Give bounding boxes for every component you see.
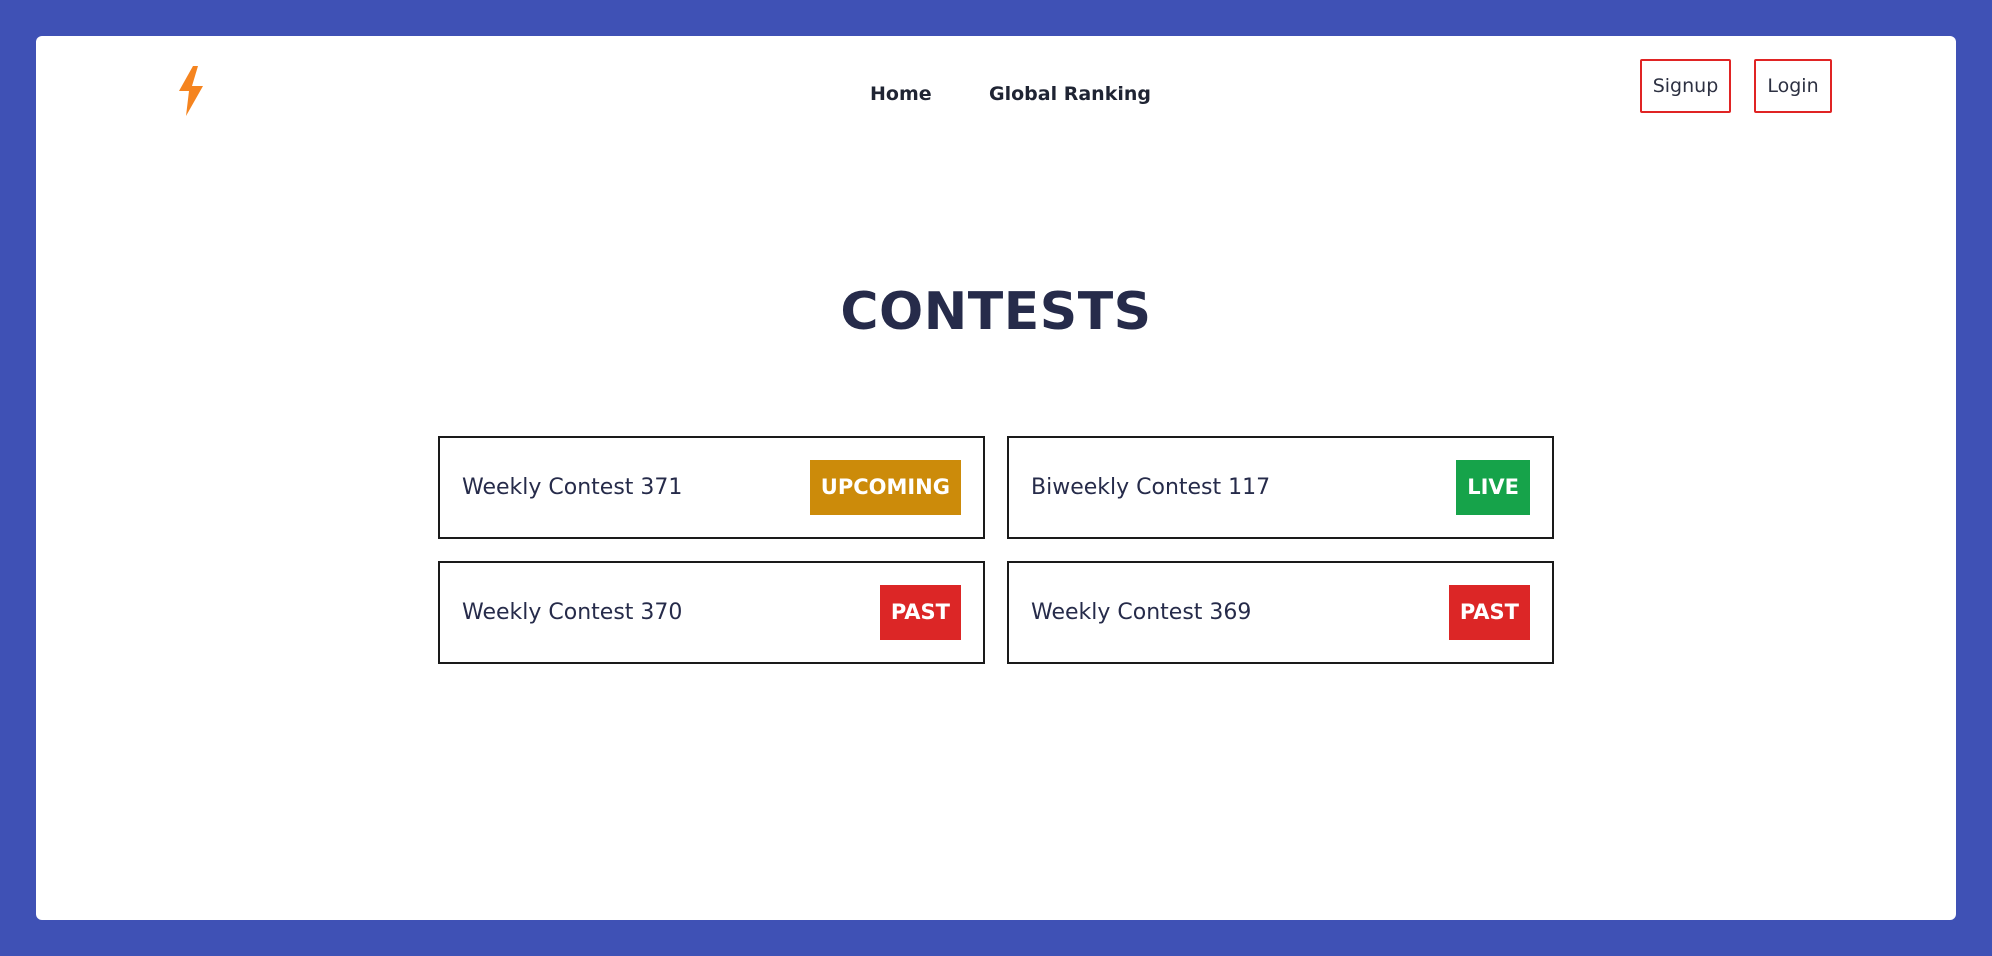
contest-card[interactable]: Weekly Contest 369 PAST [1007,561,1554,664]
status-badge: PAST [1448,585,1530,640]
contest-name: Weekly Contest 371 [462,475,683,500]
page-title: CONTESTS [840,282,1152,342]
status-badge: LIVE [1456,460,1530,515]
contest-name: Weekly Contest 369 [1031,600,1252,625]
status-badge: UPCOMING [809,460,961,515]
contest-card[interactable]: Weekly Contest 371 UPCOMING [438,436,985,539]
nav-link-home[interactable]: Home [870,76,932,112]
login-button[interactable]: Login [1754,59,1832,113]
contest-card[interactable]: Weekly Contest 370 PAST [438,561,985,664]
main-panel: Home Global Ranking Signup Login CONTEST… [36,36,1956,920]
nav-link-global-ranking[interactable]: Global Ranking [989,76,1151,112]
signup-button[interactable]: Signup [1640,59,1731,113]
status-badge: PAST [879,585,961,640]
contest-card[interactable]: Biweekly Contest 117 LIVE [1007,436,1554,539]
contest-name: Biweekly Contest 117 [1031,475,1271,500]
contest-name: Weekly Contest 370 [462,600,683,625]
